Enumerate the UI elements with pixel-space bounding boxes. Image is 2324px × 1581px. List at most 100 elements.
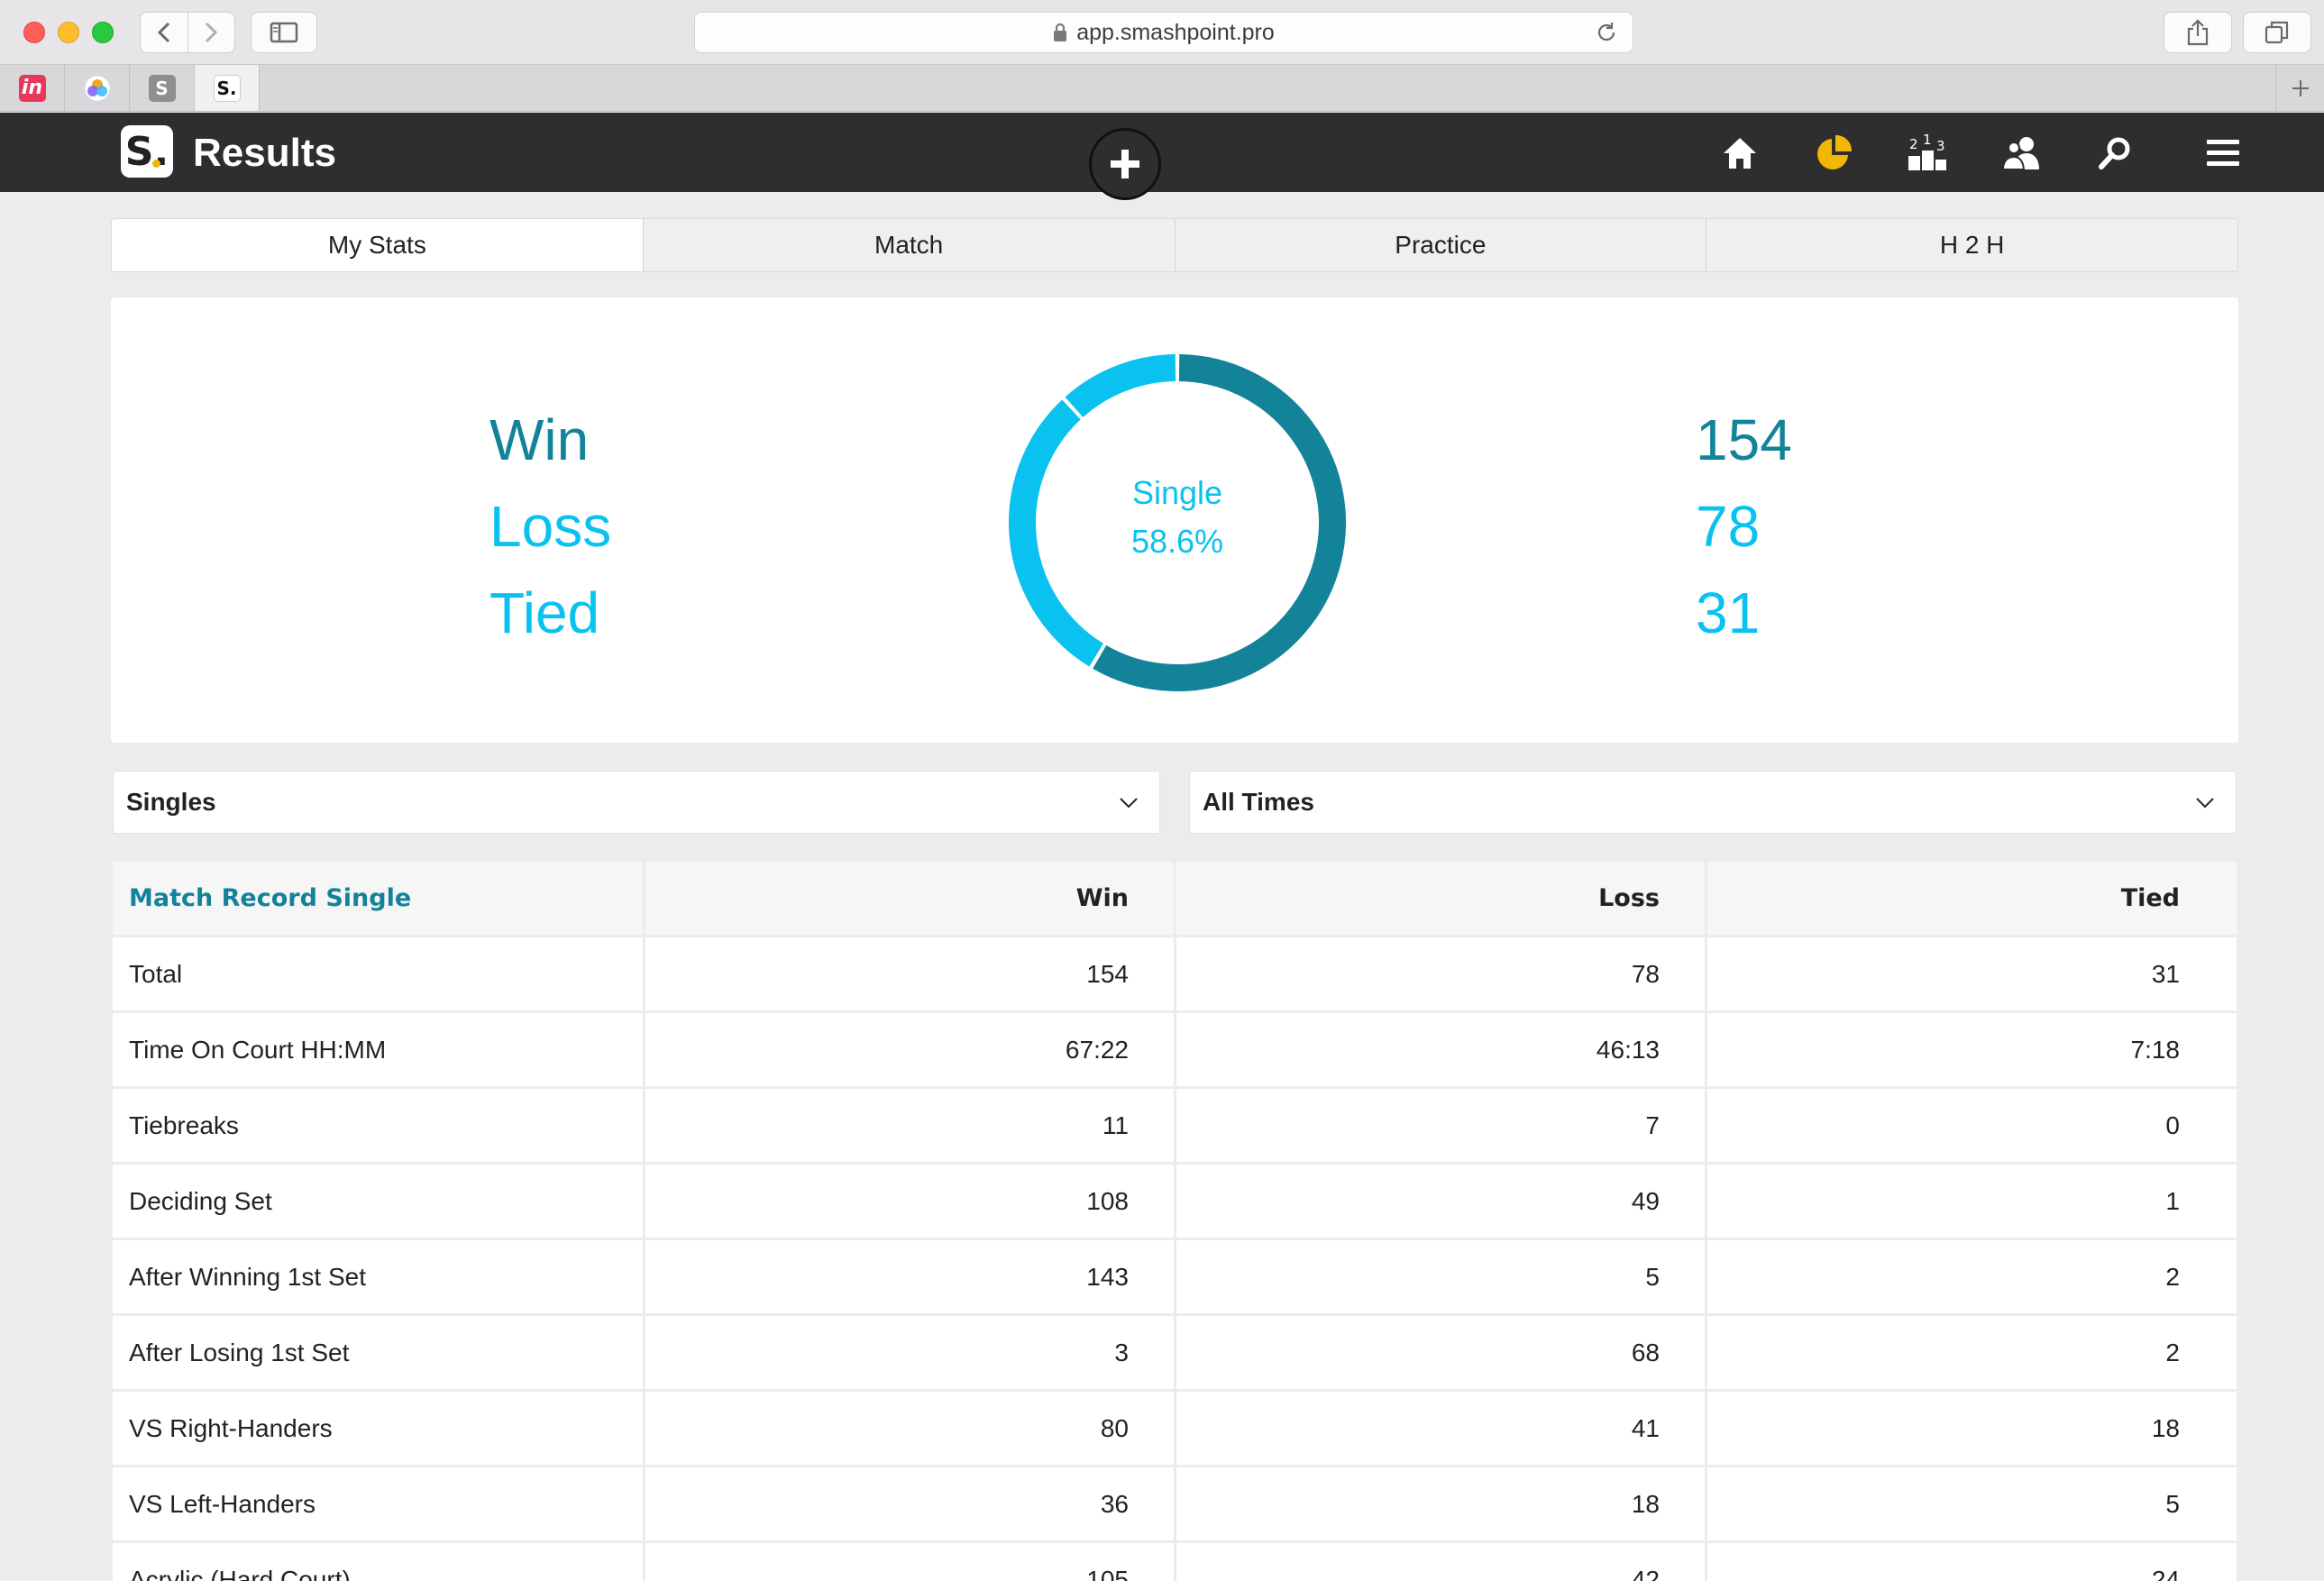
nav-search[interactable]	[2088, 131, 2142, 176]
plus-icon	[1111, 150, 1139, 178]
table-body: Total 154 78 31 Time On Court HH:MM 67:22 46:1…	[113, 937, 2237, 1581]
chevron-down-icon	[2196, 798, 2214, 809]
menu-icon	[2207, 140, 2239, 166]
reload-icon[interactable]	[1595, 21, 1618, 44]
table-cell-loss: 78	[1174, 937, 1705, 1010]
svg-text:1: 1	[1923, 133, 1932, 148]
match-type-select[interactable]: Singles	[113, 771, 1160, 834]
table-cell-loss: 46:13	[1174, 1013, 1705, 1086]
colorful-app-icon	[84, 75, 110, 101]
new-tab-button[interactable]	[2275, 65, 2324, 111]
table-row: VS Right-Handers 80 41 18	[113, 1392, 2237, 1467]
tab-my-stats[interactable]: My Stats	[112, 219, 643, 271]
pinned-tab-s-gray[interactable]: S	[130, 65, 195, 111]
table-row: Time On Court HH:MM 67:22 46:13 7:18	[113, 1013, 2237, 1089]
legend-loss-label: Loss	[490, 494, 612, 559]
nav-players[interactable]	[1994, 131, 2048, 176]
table-row: Tiebreaks 11 7 0	[113, 1089, 2237, 1165]
table-row: After Winning 1st Set 143 5 2	[113, 1240, 2237, 1316]
table-cell-loss: 42	[1174, 1543, 1705, 1581]
table-cell-tied: 5	[1705, 1467, 2236, 1540]
forward-button[interactable]	[187, 13, 235, 52]
svg-text:2: 2	[1909, 136, 1918, 152]
url-text: app.smashpoint.pro	[1076, 19, 1275, 45]
table-cell-label: Deciding Set	[129, 1186, 272, 1215]
history-nav	[140, 12, 235, 53]
smashpoint-icon: S.	[213, 74, 241, 102]
minimize-window-button[interactable]	[58, 22, 79, 43]
summary-legend: Win Loss Tied	[490, 397, 611, 656]
svg-text:3: 3	[1936, 138, 1945, 154]
close-window-button[interactable]	[23, 22, 45, 43]
table-row: Total 154 78 31	[113, 937, 2237, 1013]
chevron-right-icon	[206, 22, 218, 43]
table-cell-label: Total	[129, 959, 183, 988]
tab-practice[interactable]: Practice	[1174, 219, 1706, 271]
table-cell-tied: 2	[1705, 1240, 2236, 1313]
browser-titlebar: app.smashpoint.pro	[0, 0, 2324, 65]
table-cell-win: 3	[643, 1316, 1174, 1389]
pinned-tab-invision[interactable]: in	[0, 65, 65, 111]
home-icon	[1724, 138, 1756, 169]
nav-ranking[interactable]: 2 1 3	[1900, 131, 1954, 176]
tab-h2h[interactable]: H 2 H	[1706, 219, 2237, 271]
plus-icon	[2292, 79, 2309, 96]
summary-counts: 154 78 31	[1696, 397, 1792, 656]
table-cell-win: 105	[643, 1543, 1174, 1581]
table-cell-loss: 68	[1174, 1316, 1705, 1389]
table-cell-tied: 7:18	[1705, 1013, 2236, 1086]
table-cell-win: 108	[643, 1165, 1174, 1238]
column-header-loss: Loss	[1174, 862, 1705, 935]
tied-count: 31	[1696, 580, 1761, 645]
browser-tabbar: in S S.	[0, 65, 2324, 112]
share-button[interactable]	[2164, 12, 2232, 53]
table-cell-loss: 5	[1174, 1240, 1705, 1313]
table-cell-tied: 2	[1705, 1316, 2236, 1389]
table-cell-win: 143	[643, 1240, 1174, 1313]
nav-home[interactable]	[1713, 131, 1767, 176]
table-header-row: Match Record Single Win Loss Tied	[113, 862, 2237, 937]
table-cell-tied: 24	[1705, 1543, 2236, 1581]
win-count: 154	[1696, 407, 1792, 472]
table-cell-label: Acrylic (Hard Court)	[129, 1565, 351, 1581]
zoom-window-button[interactable]	[92, 22, 114, 43]
time-period-select[interactable]: All Times	[1189, 771, 2237, 834]
pinned-tab-smashpoint[interactable]: S.	[195, 65, 260, 111]
table-cell-tied: 0	[1705, 1089, 2236, 1162]
sidebar-toggle-button[interactable]	[251, 12, 317, 53]
stats-tabs: My Stats Match Practice H 2 H	[111, 218, 2238, 272]
tabs-overview-button[interactable]	[2243, 12, 2311, 53]
table-cell-label: Time On Court HH:MM	[129, 1035, 387, 1064]
players-icon	[2001, 137, 2039, 170]
table-cell-win: 80	[643, 1392, 1174, 1465]
page-title: Results	[193, 131, 336, 175]
results-pie-icon	[1817, 134, 1853, 169]
tab-match[interactable]: Match	[642, 219, 1175, 271]
tabs-overview-icon	[2265, 21, 2289, 44]
back-button[interactable]	[141, 13, 188, 52]
time-period-value: All Times	[1203, 788, 1314, 816]
sidebar-icon	[270, 22, 298, 43]
column-header-tied: Tied	[1705, 862, 2236, 935]
table-cell-win: 154	[643, 937, 1174, 1010]
table-cell-tied: 31	[1705, 937, 2236, 1010]
ranking-podium-icon: 2 1 3	[1908, 133, 1946, 170]
table-row: Deciding Set 108 49 1	[113, 1165, 2237, 1240]
pinned-tab-color[interactable]	[65, 65, 130, 111]
table-cell-label: After Losing 1st Set	[129, 1338, 350, 1366]
table-cell-win: 36	[643, 1467, 1174, 1540]
app-logo[interactable]: S.	[121, 125, 173, 178]
table-row: After Losing 1st Set 3 68 2	[113, 1316, 2237, 1392]
table-cell-win: 67:22	[643, 1013, 1174, 1086]
nav-results[interactable]	[1807, 131, 1861, 176]
address-bar[interactable]: app.smashpoint.pro	[694, 12, 1633, 53]
nav-menu[interactable]	[2196, 131, 2250, 176]
add-match-button[interactable]	[1089, 128, 1161, 200]
donut-title: Single	[1131, 474, 1223, 511]
chevron-left-icon	[157, 22, 169, 43]
table-cell-loss: 49	[1174, 1165, 1705, 1238]
chevron-down-icon	[1120, 798, 1138, 809]
match-record-table: Match Record Single Win Loss Tied Total 1…	[113, 862, 2237, 1581]
loss-count: 78	[1696, 494, 1761, 559]
table-cell-label: Tiebreaks	[129, 1110, 239, 1139]
